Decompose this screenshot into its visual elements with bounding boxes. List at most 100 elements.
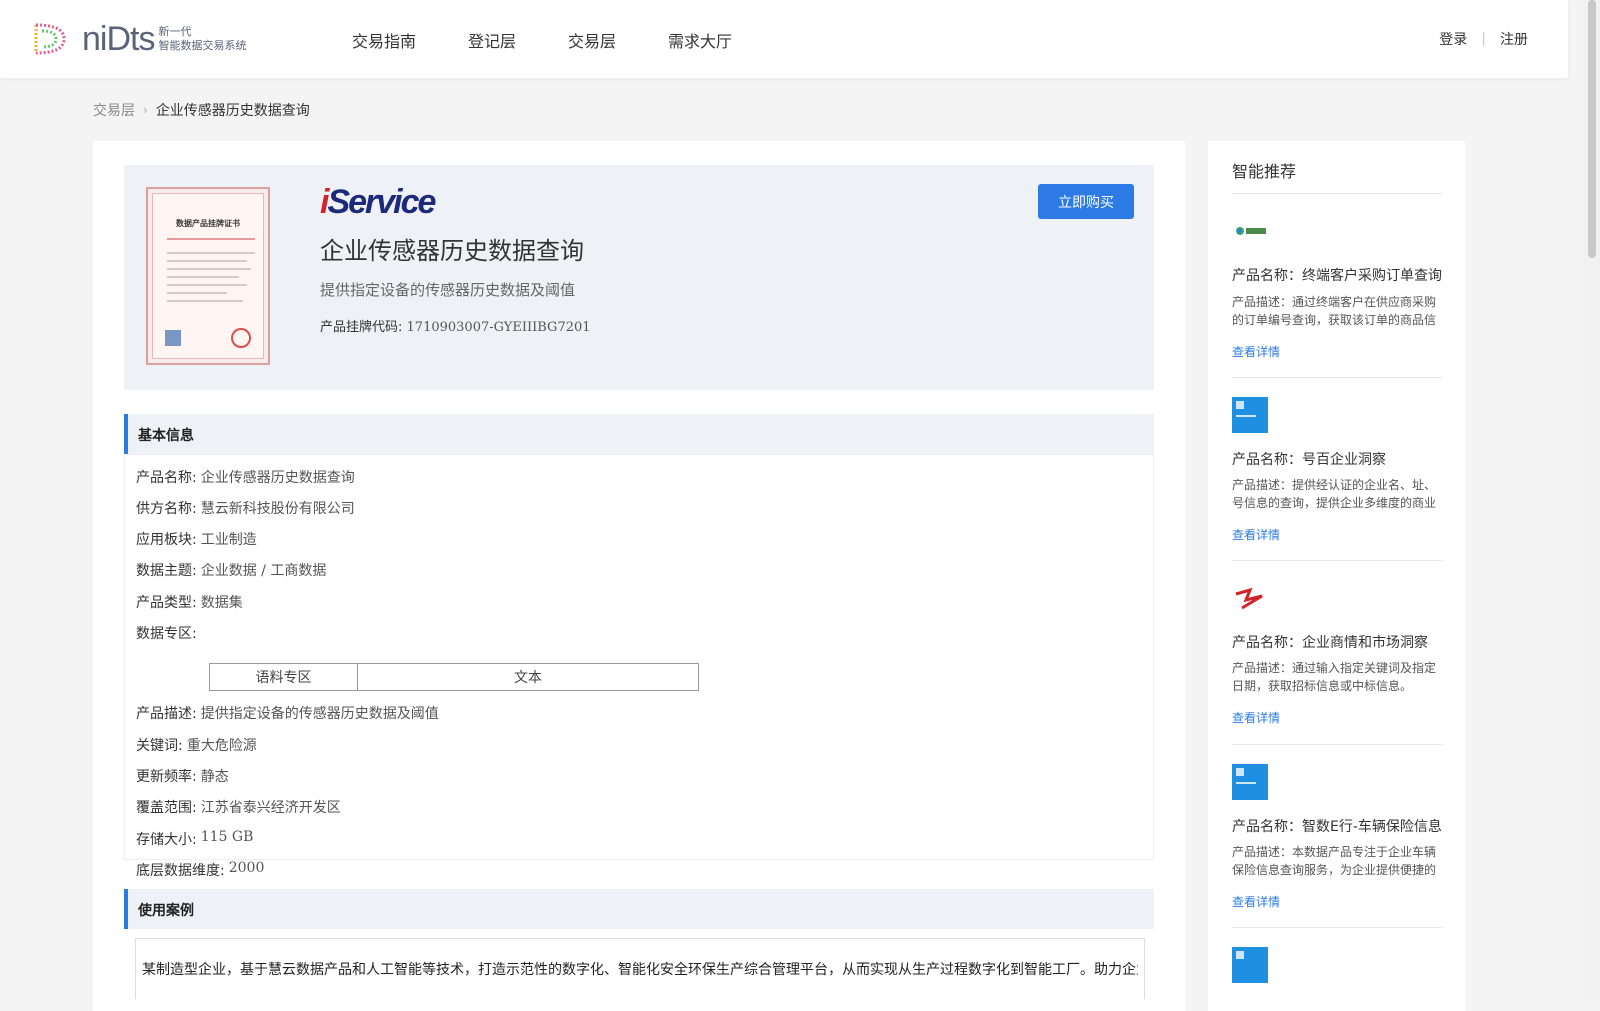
info-row: 供方名称: 慧云新科技股份有限公司 <box>136 498 355 518</box>
certificate-line <box>167 252 255 254</box>
breadcrumb-parent[interactable]: 交易层 <box>93 100 135 120</box>
qr-code-icon <box>165 330 181 346</box>
info-row: 应用板块: 工业制造 <box>136 529 257 549</box>
site-logo[interactable]: niDts 新一代 智能数据交易系统 <box>30 20 246 58</box>
certificate-line <box>167 276 239 278</box>
red-logo-icon <box>1235 587 1263 610</box>
brand-logo: iService <box>320 183 436 221</box>
buy-now-button[interactable]: 立即购买 <box>1038 184 1134 219</box>
info-value: 115 GB <box>200 829 254 845</box>
info-value: 静态 <box>200 769 229 785</box>
product-detail-panel: 数据产品挂牌证书 iService 企业传感器历史数据查询 提供指定设备的传感器… <box>93 141 1185 1011</box>
info-value: 企业传感器历史数据查询 <box>200 470 355 486</box>
info-key: 供方名称: <box>136 501 197 517</box>
certificate-image[interactable]: 数据产品挂牌证书 <box>146 187 270 365</box>
main-nav: 交易指南 登记层 交易层 需求大厅 <box>352 28 784 52</box>
divider <box>1232 927 1442 928</box>
view-details-link[interactable]: 查看详情 <box>1232 526 1280 543</box>
recommendation-card[interactable]: 产品名称：企业商情和市场洞察 产品描述：通过输入指定关键词及指定日期，获取招标信… <box>1232 580 1442 740</box>
info-key: 产品名称: <box>136 470 197 486</box>
use-cases-header: 使用案例 <box>124 889 1154 929</box>
breadcrumb: 交易层 › 企业传感器历史数据查询 <box>93 100 310 120</box>
info-row: 数据主题: 企业数据 / 工商数据 <box>136 560 326 580</box>
page-scrollbar[interactable] <box>1584 0 1600 1000</box>
use-case-box: 某制造型企业，基于慧云数据产品和人工智能等技术，打造示范性的数字化、智能化安全环… <box>135 938 1145 999</box>
breadcrumb-current: 企业传感器历史数据查询 <box>155 103 310 119</box>
product-summary: 提供指定设备的传感器历史数据及阈值 <box>320 281 576 299</box>
info-value: 企业数据 / 工商数据 <box>200 563 327 579</box>
info-row: 关键词: 重大危险源 <box>136 735 257 755</box>
nav-register-layer[interactable]: 登记层 <box>468 28 516 52</box>
view-details-link[interactable]: 查看详情 <box>1232 343 1280 360</box>
recommendation-card[interactable]: 产品名称：号百企业洞察 产品描述：提供经认证的企业名、址、号信息的查询，提供企业… <box>1232 397 1442 557</box>
recommendation-name: 产品名称：智数E行-车辆保险信息查询 <box>1232 819 1442 835</box>
recommendation-name: 产品名称：号百企业洞察 <box>1232 452 1386 468</box>
info-key: 产品描述: <box>136 706 197 722</box>
data-zone-table: 语料专区 文本 <box>209 663 699 691</box>
info-row: 产品描述: 提供指定设备的传感器历史数据及阈值 <box>136 703 439 723</box>
info-key: 数据专区: <box>136 626 197 642</box>
divider <box>1232 744 1442 745</box>
seal-stamp-icon <box>231 328 251 348</box>
view-details-link[interactable]: 查看详情 <box>1232 893 1280 910</box>
info-value: 数据集 <box>200 595 243 611</box>
info-row: 数据专区: <box>136 623 197 643</box>
info-row: 覆盖范围: 江苏省泰兴经济开发区 <box>136 797 341 817</box>
auth-divider: | <box>1481 31 1486 47</box>
certificate-line <box>167 292 227 294</box>
info-key: 应用板块: <box>136 532 197 548</box>
scrollbar-thumb[interactable] <box>1588 0 1596 258</box>
basic-info-header: 基本信息 <box>124 414 1154 454</box>
blue-app-icon <box>1232 397 1268 433</box>
product-title: 企业传感器历史数据查询 <box>320 237 584 265</box>
listing-code-label: 产品挂牌代码: <box>320 320 403 335</box>
logo-sub-line2: 智能数据交易系统 <box>158 39 247 52</box>
info-row: 产品类型: 数据集 <box>136 592 243 612</box>
certificate-title: 数据产品挂牌证书 <box>176 219 240 228</box>
divider <box>1232 377 1442 378</box>
info-key: 数据主题: <box>136 563 197 579</box>
info-key: 底层数据维度: <box>136 863 225 879</box>
info-key: 产品类型: <box>136 595 197 611</box>
info-row: 更新频率: 静态 <box>136 766 229 786</box>
auth-links: 登录 | 注册 <box>1439 29 1528 49</box>
logo-sub-line1: 新一代 <box>158 25 192 38</box>
info-row: 产品名称: 企业传感器历史数据查询 <box>136 467 355 487</box>
info-value: 慧云新科技股份有限公司 <box>200 501 355 517</box>
info-key: 关键词: <box>136 738 183 754</box>
blue-app-icon <box>1232 764 1268 800</box>
certificate-line <box>167 284 247 286</box>
logo-wordmark: niDts <box>82 19 155 58</box>
logo-d-icon <box>34 23 66 55</box>
info-row: 存储大小: 115 GB <box>136 829 253 849</box>
recommendation-desc: 产品描述：本数据产品专注于企业车辆保险信息查询服务，为企业提供便捷的查询 <box>1232 845 1437 877</box>
top-header: niDts 新一代 智能数据交易系统 交易指南 登记层 交易层 需求大厅 登录 … <box>0 0 1568 78</box>
login-link[interactable]: 登录 <box>1439 29 1467 49</box>
info-key: 存储大小: <box>136 832 197 848</box>
sidebar-title: 智能推荐 <box>1232 162 1297 181</box>
info-key: 更新频率: <box>136 769 197 785</box>
recommendation-name: 产品名称：终端客户采购订单查询服务 <box>1232 268 1442 284</box>
certificate-frame: 数据产品挂牌证书 <box>152 193 264 359</box>
nav-trade-layer[interactable]: 交易层 <box>568 28 616 52</box>
recommendation-desc: 产品描述：通过输入指定关键词及指定日期，获取招标信息或中标信息。 <box>1232 661 1437 693</box>
divider <box>1232 193 1442 194</box>
zone-cell: 语料专区 <box>210 664 358 690</box>
listing-code: 产品挂牌代码: 1710903007-GYEIIIBG7201 <box>320 316 591 335</box>
recommendation-name: 产品名称：企业商情和市场洞察 <box>1232 635 1428 651</box>
info-key: 覆盖范围: <box>136 800 197 816</box>
green-logo-icon <box>1236 227 1266 235</box>
zone-cell: 文本 <box>514 670 542 686</box>
nav-guide[interactable]: 交易指南 <box>352 28 416 52</box>
recommendation-desc: 产品描述：提供经认证的企业名、址、号信息的查询，提供企业多维度的商业信息 <box>1232 478 1437 510</box>
divider <box>1232 560 1442 561</box>
info-value: 工业制造 <box>200 532 257 548</box>
use-case-text: 某制造型企业，基于慧云数据产品和人工智能等技术，打造示范性的数字化、智能化安全环… <box>142 962 1138 978</box>
chevron-right-icon: › <box>143 103 148 117</box>
recommendation-card[interactable]: 产品名称：智数E行-车辆保险信息查询 产品描述：本数据产品专注于企业车辆保险信息… <box>1232 764 1442 924</box>
recommendation-card[interactable]: 产品名称：终端客户采购订单查询服务 产品描述：通过终端客户在供应商采购的订单编号… <box>1232 213 1442 373</box>
register-link[interactable]: 注册 <box>1500 29 1528 49</box>
nav-demand-hall[interactable]: 需求大厅 <box>668 28 732 52</box>
view-details-link[interactable]: 查看详情 <box>1232 709 1280 726</box>
basic-info-table: 产品名称: 企业传感器历史数据查询 供方名称: 慧云新科技股份有限公司 应用板块: 工… <box>124 454 1154 879</box>
